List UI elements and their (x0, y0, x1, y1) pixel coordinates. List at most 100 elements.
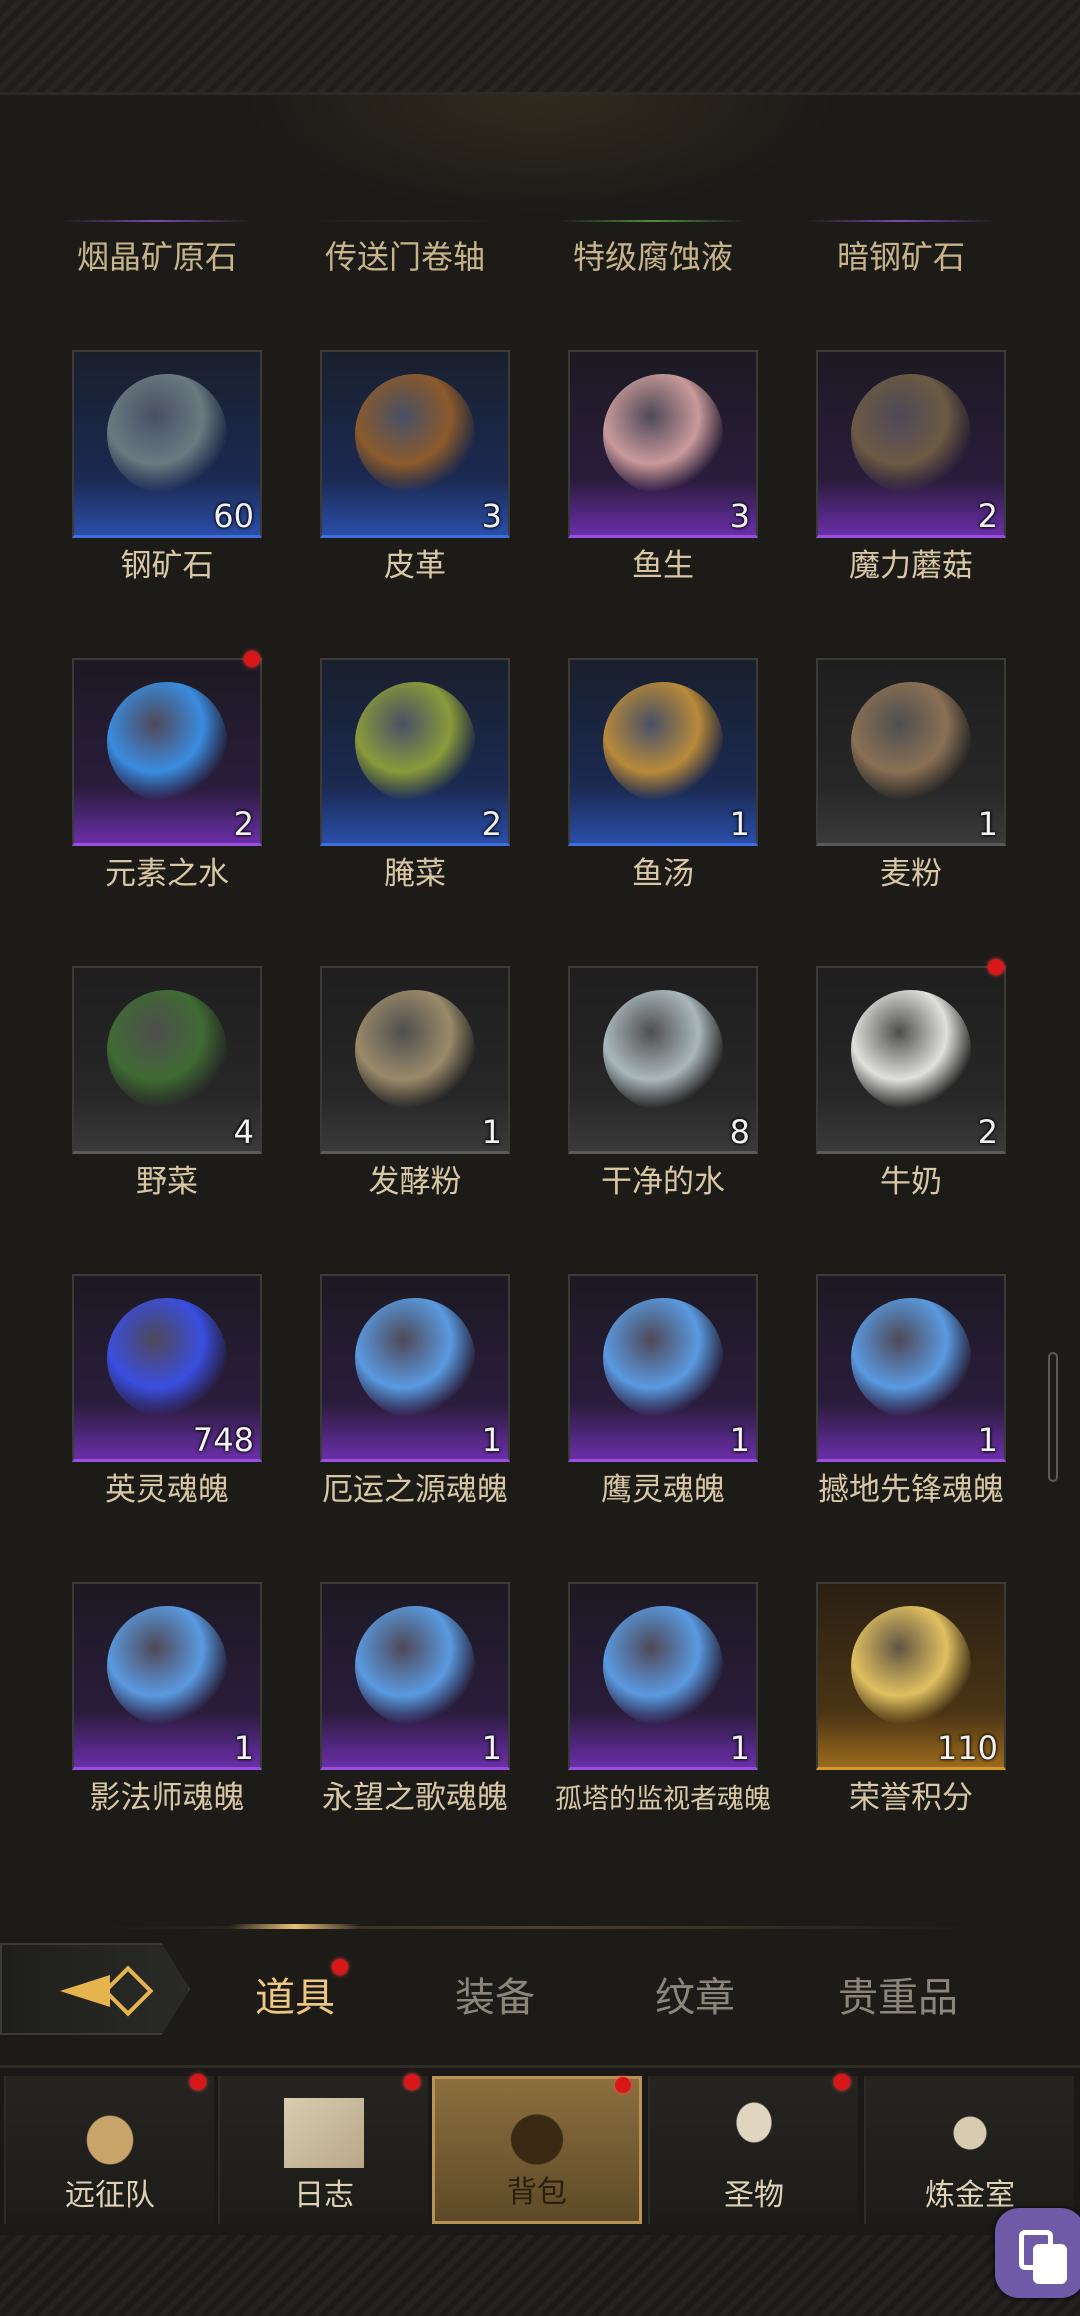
item-tile[interactable]: 1 (320, 1274, 510, 1462)
notification-dot (332, 1959, 348, 1975)
inventory-slot[interactable]: 1 厄运之源魂魄 (320, 1269, 510, 1509)
backpack-icon (497, 2101, 577, 2171)
top-item-label[interactable]: 暗钢矿石 (806, 220, 996, 278)
nav-alchemy[interactable]: 炼金室 (864, 2076, 1074, 2224)
soul-crystal-icon (851, 1298, 971, 1419)
inventory-slot[interactable]: 3 皮革 (320, 345, 510, 585)
item-name: 永望之歌魂魄 (322, 1780, 508, 1816)
item-tile[interactable]: 1 (320, 1582, 510, 1770)
item-count: 1 (481, 1421, 502, 1459)
inventory-slot[interactable]: 1 鱼汤 (568, 653, 758, 893)
nav-label: 日志 (294, 2178, 354, 2213)
item-count: 3 (481, 497, 502, 535)
journal-scroll-icon (284, 2098, 364, 2168)
tab-label: 纹章 (655, 1975, 735, 2021)
viking-helmet-icon (70, 2098, 150, 2168)
item-tile[interactable]: 110 (816, 1582, 1006, 1770)
item-tile[interactable]: 3 (568, 350, 758, 538)
item-name: 撼地先锋魂魄 (818, 1472, 1004, 1508)
item-tile[interactable]: 1 (568, 1582, 758, 1770)
top-item-label[interactable]: 传送门卷轴 (310, 220, 500, 278)
item-count: 2 (977, 1113, 998, 1151)
inventory-slot[interactable]: 1 发酵粉 (320, 961, 510, 1201)
nav-backpack[interactable]: 背包 (432, 2076, 642, 2224)
item-tile[interactable]: 2 (816, 350, 1006, 538)
inventory-slot[interactable]: 2 元素之水 (72, 651, 262, 893)
tab-equipment[interactable]: 装备 (405, 1965, 585, 2023)
inventory-slot[interactable]: 748 英灵魂魄 (72, 1269, 262, 1509)
item-tile[interactable]: 3 (320, 350, 510, 538)
partial-item-row: 烟晶矿原石 传送门卷轴 特级腐蚀液 暗钢矿石 (0, 220, 1080, 282)
leather-icon (355, 374, 475, 495)
item-count: 1 (481, 1113, 502, 1151)
item-tile[interactable]: 60 (72, 350, 262, 538)
item-tile[interactable]: 1 (568, 1274, 758, 1462)
quality-line (558, 220, 748, 222)
item-tile[interactable]: 4 (72, 966, 262, 1154)
item-tile[interactable]: 748 (72, 1274, 262, 1462)
item-tile[interactable]: 8 (568, 966, 758, 1154)
item-name: 皮革 (384, 548, 446, 584)
flour-sack-icon (851, 682, 971, 803)
item-tile[interactable]: 2 (320, 658, 510, 846)
inventory-slot[interactable]: 1 影法师魂魄 (72, 1577, 262, 1817)
item-tile[interactable]: 1 (816, 1274, 1006, 1462)
item-count: 1 (729, 805, 750, 843)
notification-dot (615, 2077, 631, 2093)
inventory-slot[interactable]: 110 荣誉积分 (816, 1577, 1006, 1817)
item-name: 鱼生 (632, 548, 694, 584)
inventory-slot[interactable]: 1 麦粉 (816, 653, 1006, 893)
inventory-slot[interactable]: 3 鱼生 (568, 345, 758, 585)
item-name: 传送门卷轴 (324, 238, 485, 276)
inventory-slot[interactable]: 1 鹰灵魂魄 (568, 1269, 758, 1509)
milk-bottle-icon (851, 990, 971, 1111)
back-button[interactable] (0, 1943, 190, 2035)
item-tile[interactable]: 1 (568, 658, 758, 846)
item-count: 1 (977, 805, 998, 843)
item-name: 鹰灵魂魄 (601, 1472, 725, 1508)
inventory-slot[interactable]: 1 撼地先锋魂魄 (816, 1269, 1006, 1509)
soul-crystal-icon (355, 1298, 475, 1419)
item-tile[interactable]: 1 (320, 966, 510, 1154)
item-tile[interactable]: 2 (72, 658, 262, 846)
tab-emblems[interactable]: 纹章 (605, 1965, 785, 2023)
nav-expedition[interactable]: 远征队 (4, 2074, 214, 2224)
item-count: 2 (977, 497, 998, 535)
item-name: 烟晶矿原石 (76, 238, 237, 276)
top-item-label[interactable]: 特级腐蚀液 (558, 220, 748, 278)
elemental-water-icon (107, 682, 227, 803)
pickles-jar-icon (355, 682, 475, 803)
tab-valuables[interactable]: 贵重品 (808, 1965, 988, 2023)
inventory-slot[interactable]: 4 野菜 (72, 961, 262, 1201)
item-name: 发酵粉 (368, 1164, 462, 1200)
item-name: 腌菜 (384, 856, 446, 892)
item-tile[interactable]: 1 (72, 1582, 262, 1770)
nav-relics[interactable]: 圣物 (648, 2074, 858, 2224)
item-count: 4 (233, 1113, 254, 1151)
item-name: 干净的水 (601, 1164, 725, 1200)
inventory-slot[interactable]: 8 干净的水 (568, 961, 758, 1201)
item-tile[interactable]: 2 (816, 966, 1006, 1154)
item-count: 8 (729, 1113, 750, 1151)
item-count: 1 (481, 1729, 502, 1767)
floating-window-button[interactable] (995, 2208, 1080, 2298)
item-tile[interactable]: 1 (816, 658, 1006, 846)
item-name: 英灵魂魄 (105, 1472, 229, 1508)
inventory-slot[interactable]: 2 魔力蘑菇 (816, 345, 1006, 585)
scrollbar[interactable] (1048, 1352, 1058, 1482)
inventory-slot[interactable]: 60 钢矿石 (72, 345, 262, 585)
top-item-label[interactable]: 烟晶矿原石 (62, 220, 252, 278)
diamond-icon (102, 1965, 154, 2017)
item-name: 野菜 (136, 1164, 198, 1200)
soul-crystal-icon (355, 1606, 475, 1727)
tab-items[interactable]: 道具 (205, 1959, 385, 2023)
inventory-slot[interactable]: 2 牛奶 (816, 959, 1006, 1201)
nav-journal[interactable]: 日志 (218, 2074, 428, 2224)
quality-line (806, 220, 996, 222)
inventory-slot[interactable]: 1 孤塔的监视者魂魄 (555, 1577, 771, 1817)
inventory-slot[interactable]: 1 永望之歌魂魄 (320, 1577, 510, 1817)
inventory-slot[interactable]: 2 腌菜 (320, 653, 510, 893)
item-name: 厄运之源魂魄 (322, 1472, 508, 1508)
item-name: 钢矿石 (120, 548, 214, 584)
item-name: 麦粉 (880, 856, 942, 892)
